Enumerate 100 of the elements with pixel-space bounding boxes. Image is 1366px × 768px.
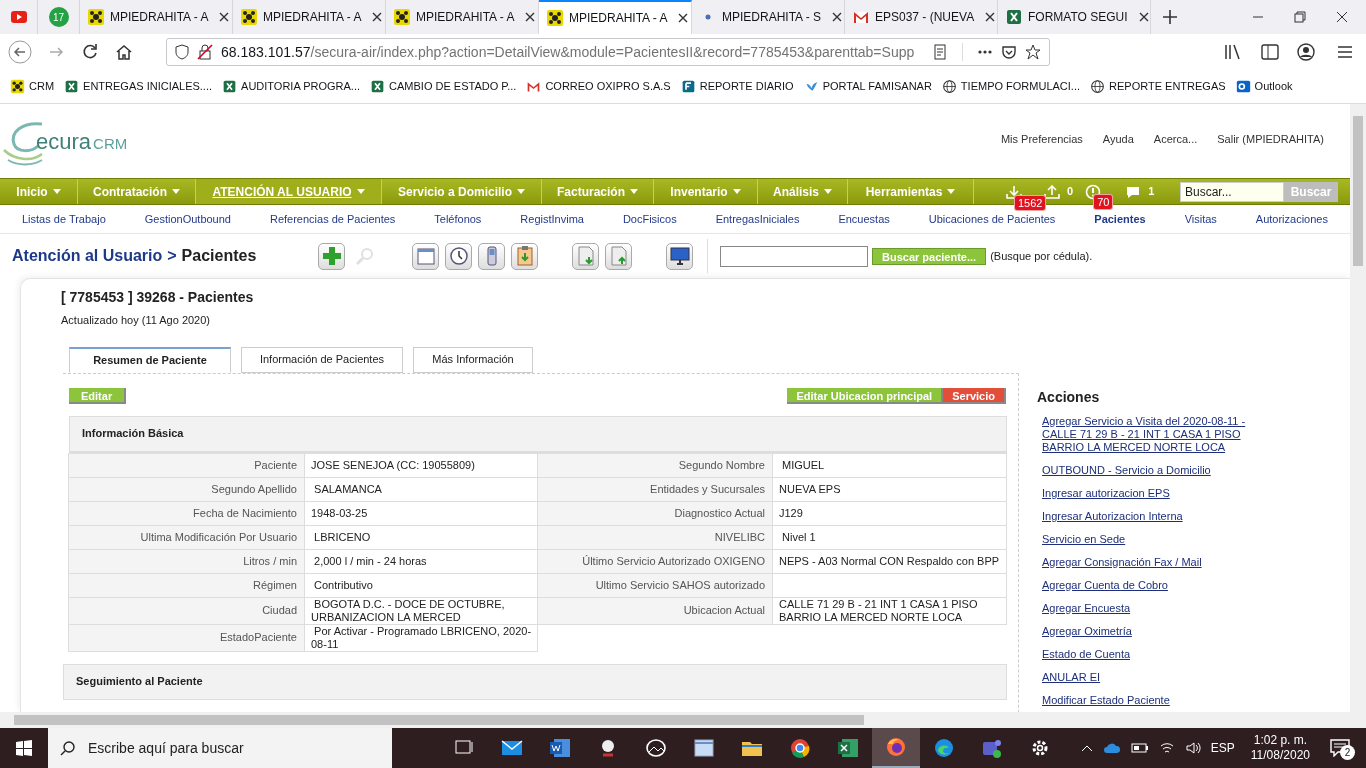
submenu-link[interactable]: Ubicaciones de Pacientes: [928, 210, 1056, 228]
start-icon[interactable]: [16, 740, 32, 756]
header-link[interactable]: Ayuda: [1102, 130, 1134, 148]
tab[interactable]: Resumen de Paciente: [69, 346, 231, 373]
browser-tab[interactable]: MPIEDRAHITA - A: [539, 0, 692, 34]
new-tab-icon[interactable]: [1161, 8, 1179, 26]
sidebar-icon[interactable]: [1260, 43, 1280, 61]
close-icon[interactable]: [1137, 11, 1150, 23]
address-bar[interactable]: 68.183.101.57/secura-air/index.php?action=DetailView&module=PacientesII&record=7785453&parenttab=Supp: [166, 38, 1050, 66]
bookmark[interactable]: CRM: [10, 78, 55, 95]
download-icon[interactable]: [1006, 184, 1022, 199]
action-link[interactable]: Agregar Cuenta de Cobro: [1042, 578, 1251, 592]
bookmark[interactable]: REPORTE ENTREGAS: [1090, 78, 1226, 95]
patient-search-field[interactable]: [720, 245, 868, 267]
firefox-icon: [885, 736, 907, 758]
submenu-link[interactable]: Encuestas: [838, 210, 890, 228]
taskbar-search-field[interactable]: Escribe aquí para buscar: [48, 728, 392, 768]
back-icon[interactable]: [8, 40, 32, 64]
globe-icon: [941, 79, 957, 94]
pocket-icon[interactable]: [1001, 44, 1017, 60]
close-icon[interactable]: [1336, 11, 1348, 23]
action-link[interactable]: Agregar Servicio a Visita del 2020-08-11 - CALLE 71 29 B - 21 INT 1 CASA 1 PISO BARRIO LA MERCED NORTE LOCA: [1042, 414, 1251, 454]
upload-icon[interactable]: [1044, 184, 1060, 199]
action-link[interactable]: Ingresar autorizacion EPS: [1042, 486, 1251, 500]
submenu-link[interactable]: Pacientes: [1094, 210, 1146, 228]
bookmark[interactable]: AUDITORIA PROGRA...: [222, 78, 361, 95]
header-link[interactable]: Mis Preferencias: [1000, 130, 1083, 148]
bookmark[interactable]: PORTAL FAMISANAR: [803, 78, 932, 95]
wifi-icon[interactable]: [1158, 741, 1175, 755]
bookmark[interactable]: ENTREGAS INICIALES....: [64, 78, 213, 95]
header-link[interactable]: Salir (MPIEDRAHITA): [1217, 130, 1324, 148]
notifications-icon[interactable]: [1330, 739, 1350, 757]
vertical-scrollbar[interactable]: [1350, 104, 1366, 728]
close-icon[interactable]: [371, 11, 384, 23]
bookmark[interactable]: CORREO OXIPRO S.A.S: [526, 78, 671, 95]
action-link[interactable]: Servicio en Sede: [1042, 532, 1251, 546]
more-icon[interactable]: [977, 49, 993, 55]
bookmark[interactable]: REPORTE DIARIO: [680, 78, 794, 95]
tab[interactable]: Información de Pacientes: [241, 346, 403, 373]
clock-time[interactable]: 1:02 p. m.: [1253, 733, 1308, 748]
language-indicator[interactable]: ESP: [1210, 739, 1235, 757]
chevron-up-icon[interactable]: [1080, 744, 1093, 752]
alert-icon[interactable]: [1085, 183, 1102, 200]
field-label: Entidades y Sucursales: [537, 476, 773, 502]
submenu-link[interactable]: Visitas: [1184, 210, 1217, 228]
action-link[interactable]: OUTBOUND - Servicio a Domicilio: [1042, 463, 1251, 477]
search-field[interactable]: Buscar...: [1180, 181, 1284, 202]
menu-icon[interactable]: [1336, 44, 1354, 60]
monitor-icon: [667, 244, 692, 268]
service-button[interactable]: Servicio: [943, 387, 1006, 404]
action-link[interactable]: Estado de Cuenta: [1042, 647, 1251, 661]
action-link[interactable]: Modificar Estado Paciente: [1042, 693, 1251, 707]
submenu-link[interactable]: GestionOutbound: [144, 210, 231, 228]
tab-title: MPIEDRAHITA - S: [722, 9, 822, 26]
close-icon[interactable]: [831, 11, 844, 23]
volume-icon[interactable]: [1184, 741, 1201, 755]
close-icon[interactable]: [218, 11, 231, 23]
bookmark[interactable]: TIEMPO FORMULACI...: [941, 78, 1081, 95]
action-link[interactable]: Ingresar Autorizacion Interna: [1042, 509, 1251, 523]
bookmark-star-icon[interactable]: [1025, 44, 1041, 60]
horizontal-scrollbar[interactable]: [0, 712, 1350, 728]
action-link[interactable]: Agregar Oximetría: [1042, 624, 1251, 638]
submenu-link[interactable]: DocFisicos: [622, 210, 677, 228]
field-value: Por Activar - Programado LBRICENO, 2020-08-11: [304, 623, 538, 652]
teams-icon: [981, 737, 1003, 759]
submenu-link[interactable]: Listas de Trabajo: [22, 210, 106, 228]
action-link[interactable]: Agregar Encuesta: [1042, 601, 1251, 615]
clock-date[interactable]: 11/08/2020: [1250, 748, 1310, 763]
submenu-link[interactable]: Referencias de Pacientes: [269, 210, 396, 228]
cloud-icon[interactable]: [1102, 742, 1121, 754]
tab-title: MPIEDRAHITA - A: [416, 9, 515, 26]
caret-icon: [947, 189, 956, 194]
reader-view-icon[interactable]: [932, 44, 948, 60]
field-label: Fecha de Nacimiento: [68, 500, 305, 526]
tab[interactable]: Más Información: [413, 346, 533, 373]
close-icon[interactable]: [984, 11, 997, 23]
spreadsheet-icon: [64, 79, 80, 94]
home-icon[interactable]: [114, 42, 134, 62]
submenu-link[interactable]: EntregasIniciales: [715, 210, 800, 228]
caret-icon: [732, 189, 741, 194]
chat-icon[interactable]: [1125, 184, 1142, 199]
submenu-link[interactable]: Autorizaciones: [1255, 210, 1328, 228]
submenu-link[interactable]: Teléfonos: [434, 210, 482, 228]
restore-icon[interactable]: [1294, 11, 1306, 23]
toolbar-button[interactable]: [666, 242, 693, 270]
caret-icon: [517, 189, 525, 194]
close-icon[interactable]: [677, 12, 690, 24]
submenu-link[interactable]: RegistInvima: [520, 210, 584, 228]
bookmark[interactable]: CAMBIO DE ESTADO P...: [370, 78, 517, 95]
account-icon[interactable]: [1296, 42, 1316, 62]
battery-icon[interactable]: [1130, 743, 1149, 753]
count-badge: 1562: [1014, 194, 1047, 211]
toolbar-button[interactable]: [445, 242, 472, 270]
header-link[interactable]: Acerca...: [1153, 130, 1198, 148]
caret-icon: [824, 189, 832, 194]
action-link[interactable]: ANULAR EI: [1042, 670, 1251, 684]
breadcrumb-link[interactable]: Atención al Usuario: [12, 244, 163, 268]
close-icon[interactable]: [524, 11, 537, 23]
action-link[interactable]: Agregar Consignación Fax / Mail: [1042, 555, 1251, 569]
bookmark[interactable]: Outlook: [1235, 78, 1293, 95]
